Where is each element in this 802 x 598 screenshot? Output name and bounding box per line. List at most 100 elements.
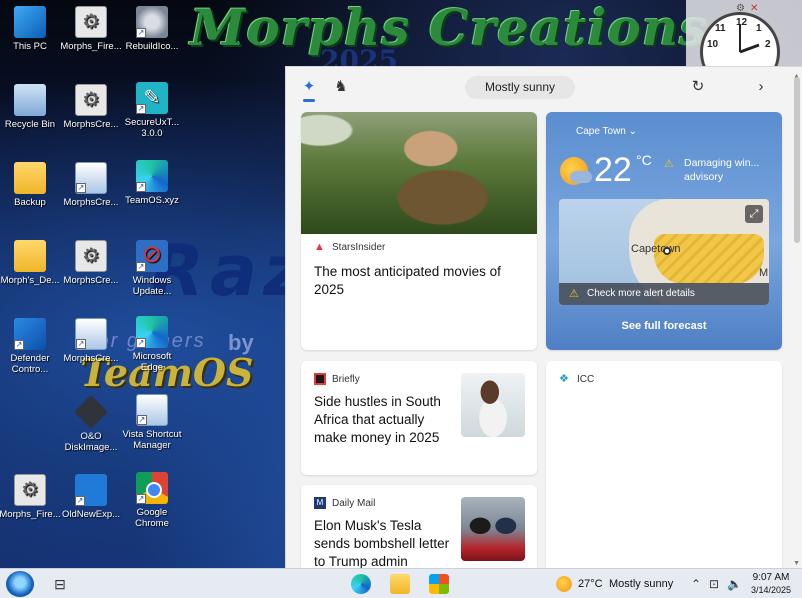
desktop-icon-morphscre[interactable]: ↗ MorphsCre... <box>57 162 125 208</box>
shortcut-manager-icon: ↗ <box>136 394 168 426</box>
gadget-close-icon[interactable]: ✕ <box>750 3 758 14</box>
task-view-icon[interactable]: ⊟ <box>49 573 71 595</box>
desktop-icon-label: SecureUxT... 3.0.0 <box>124 117 180 139</box>
widgets-header: ✦ ♞ Mostly sunny ↻ › <box>286 67 802 109</box>
desktop-icon-label: Morph's_De... <box>0 275 60 286</box>
chevron-up-icon[interactable]: ⌃ <box>691 577 701 591</box>
weather-pill[interactable]: Mostly sunny <box>465 76 575 99</box>
news-source-name: Briefly <box>332 373 360 385</box>
desktop-icon-this-pc[interactable]: This PC <box>0 6 64 52</box>
desktop-icon-label: Windows Update... <box>132 275 172 297</box>
alert-details-label: Check more alert details <box>587 288 695 299</box>
refresh-icon[interactable]: ↻ <box>689 78 707 96</box>
news-source-name: StarsInsider <box>332 241 386 253</box>
taskbar-weather-text: Mostly sunny <box>609 578 674 590</box>
news-headline[interactable]: Side hustles in South Africa that actual… <box>314 393 459 447</box>
desktop-icon-morphscre[interactable]: MorphsCre... <box>57 84 125 130</box>
recycle-bin-icon <box>14 84 46 116</box>
map-warning-area <box>654 234 764 284</box>
computer-icon <box>14 6 46 38</box>
desktop-icon-label: Vista Shortcut Manager <box>122 429 182 451</box>
clock-date: 3/14/2025 <box>750 585 792 595</box>
desktop-icon-defender[interactable]: ↗ Defender Contro... <box>0 318 64 375</box>
clock-gadget[interactable]: ✕ ⚙ 12 1 2 11 10 <box>686 0 802 92</box>
robot-icon: ↗ <box>136 6 168 38</box>
clock-time: 9:07 AM <box>752 572 790 583</box>
desktop-icon-label: MorphsCre... <box>63 353 119 364</box>
news-headline[interactable]: Elon Musk's Tesla sends bombshell letter… <box>314 517 459 568</box>
desktop-icon-secureux[interactable]: ↗ SecureUxT... 3.0.0 <box>118 82 186 139</box>
desktop-icon-vista-shortcut[interactable]: ↗ Vista Shortcut Manager <box>118 394 186 451</box>
news-source: M Daily Mail <box>314 497 375 509</box>
folder-icon <box>14 240 46 272</box>
news-source-name: Daily Mail <box>332 497 376 509</box>
desktop-icon-label: Microsoft Edge <box>132 351 172 373</box>
window-shortcut-icon: ↗ <box>75 318 107 350</box>
network-icon[interactable]: ⊡ <box>709 577 719 591</box>
news-card-side-hustles[interactable]: Briefly Side hustles in South Africa tha… <box>301 361 537 475</box>
desktop-icon-microsoft-edge[interactable]: ↗ Microsoft Edge <box>118 316 186 373</box>
settings-file-icon <box>14 474 46 506</box>
desktop-icon-label: OldNewExp... <box>61 509 121 520</box>
windows-icon: ↗ <box>14 318 46 350</box>
desktop-icon-backup[interactable]: Backup <box>0 162 64 208</box>
alert-details-bar[interactable]: ⚠ Check more alert details <box>559 283 769 305</box>
disk-icon <box>74 395 108 429</box>
chrome-icon: ↗ <box>136 472 168 504</box>
chevron-right-icon[interactable]: › <box>752 78 770 96</box>
scroll-thumb[interactable] <box>794 77 800 243</box>
news-headline[interactable]: The most anticipated movies of 2025 <box>314 263 528 299</box>
chess-knight-icon[interactable]: ♞ <box>332 78 350 96</box>
desktop-icon-label: MorphsCre... <box>63 197 119 208</box>
taskbar: ⊟ 27°C Mostly sunny ⌃ ⊡ 🔈 9:07 AM 3/14/2… <box>0 568 802 598</box>
desktop-icon-label: Defender Contro... <box>10 353 50 375</box>
desktop-icon-label: Morphs_Fire... <box>60 41 122 52</box>
news-source-name: ICC <box>577 373 595 385</box>
edge-icon[interactable] <box>351 574 371 594</box>
desktop-icon-label: Morphs_Fire... <box>0 509 61 520</box>
desktop-icon-rebuildicon[interactable]: ↗ RebuildIco... <box>118 6 186 52</box>
weather-card[interactable]: Cape Town ⌄ 22 °C ⚠ Damaging win... advi… <box>546 112 782 350</box>
blocked-update-icon: ↗ <box>136 240 168 272</box>
desktop-icon-morphs-de[interactable]: Morph's_De... <box>0 240 64 286</box>
weather-alert[interactable]: Damaging win... advisory <box>668 156 780 184</box>
weather-location[interactable]: Cape Town ⌄ <box>576 126 637 137</box>
desktop-icon-oldnewexp[interactable]: ↗ OldNewExp... <box>57 474 125 520</box>
microsoft-store-icon[interactable] <box>429 574 449 594</box>
file-explorer-icon[interactable] <box>390 574 410 594</box>
news-thumbnail <box>461 373 525 437</box>
desktop-icon-label: MorphsCre... <box>63 119 119 130</box>
widgets-scrollbar[interactable]: ▲ ▼ <box>793 73 800 567</box>
volume-muted-icon[interactable]: 🔈 <box>727 577 742 591</box>
news-thumbnail <box>461 497 525 561</box>
partly-sunny-icon <box>556 576 572 592</box>
desktop-icon-morphs-fire[interactable]: Morphs_Fire... <box>0 474 64 520</box>
map-location-dot <box>663 247 671 255</box>
desktop-icon-windows-update[interactable]: ↗ Windows Update... <box>118 240 186 297</box>
scroll-down-icon[interactable]: ▼ <box>793 560 800 567</box>
desktop-icon-label: MorphsCre... <box>63 275 119 286</box>
map-label-m: M <box>759 267 769 279</box>
desktop-icon-recycle-bin[interactable]: Recycle Bin <box>0 84 64 130</box>
news-card-movies[interactable]: ▲ StarsInsider The most anticipated movi… <box>301 112 537 350</box>
briefly-logo-icon <box>314 373 326 385</box>
desktop-icon-morphscre[interactable]: ↗ MorphsCre... <box>57 318 125 364</box>
desktop-icon-morphs-fire[interactable]: Morphs_Fire... <box>57 6 125 52</box>
news-card-tesla[interactable]: M Daily Mail Elon Musk's Tesla sends bom… <box>301 485 537 568</box>
window-shortcut-icon: ↗ <box>75 162 107 194</box>
pen-icon: ↗ <box>136 82 168 114</box>
desktop-icon-google-chrome[interactable]: ↗ Google Chrome <box>118 472 186 529</box>
desktop-icon-label: TeamOS.xyz <box>125 195 179 206</box>
weather-map[interactable]: Capetown M ⤢ ⚠ Check more alert details <box>559 199 769 305</box>
see-full-forecast-link[interactable]: See full forecast <box>546 320 782 332</box>
desktop-icon-teamos-xyz[interactable]: ↗ TeamOS.xyz <box>118 160 186 206</box>
widgets-icon[interactable]: ✦ <box>300 78 318 102</box>
wallpaper-title: Morphs Creations <box>190 0 709 57</box>
warning-icon: ⚠ <box>569 288 579 300</box>
desktop-icon-morphscre[interactable]: MorphsCre... <box>57 240 125 286</box>
start-button[interactable] <box>6 571 34 597</box>
icc-card[interactable]: ❖ ICC <box>546 361 782 568</box>
system-clock[interactable]: 9:07 AM 3/14/2025 <box>748 572 794 596</box>
desktop-icon-oo-diskimage[interactable]: O&O DiskImage... <box>57 395 125 453</box>
expand-icon[interactable]: ⤢ <box>745 205 763 223</box>
